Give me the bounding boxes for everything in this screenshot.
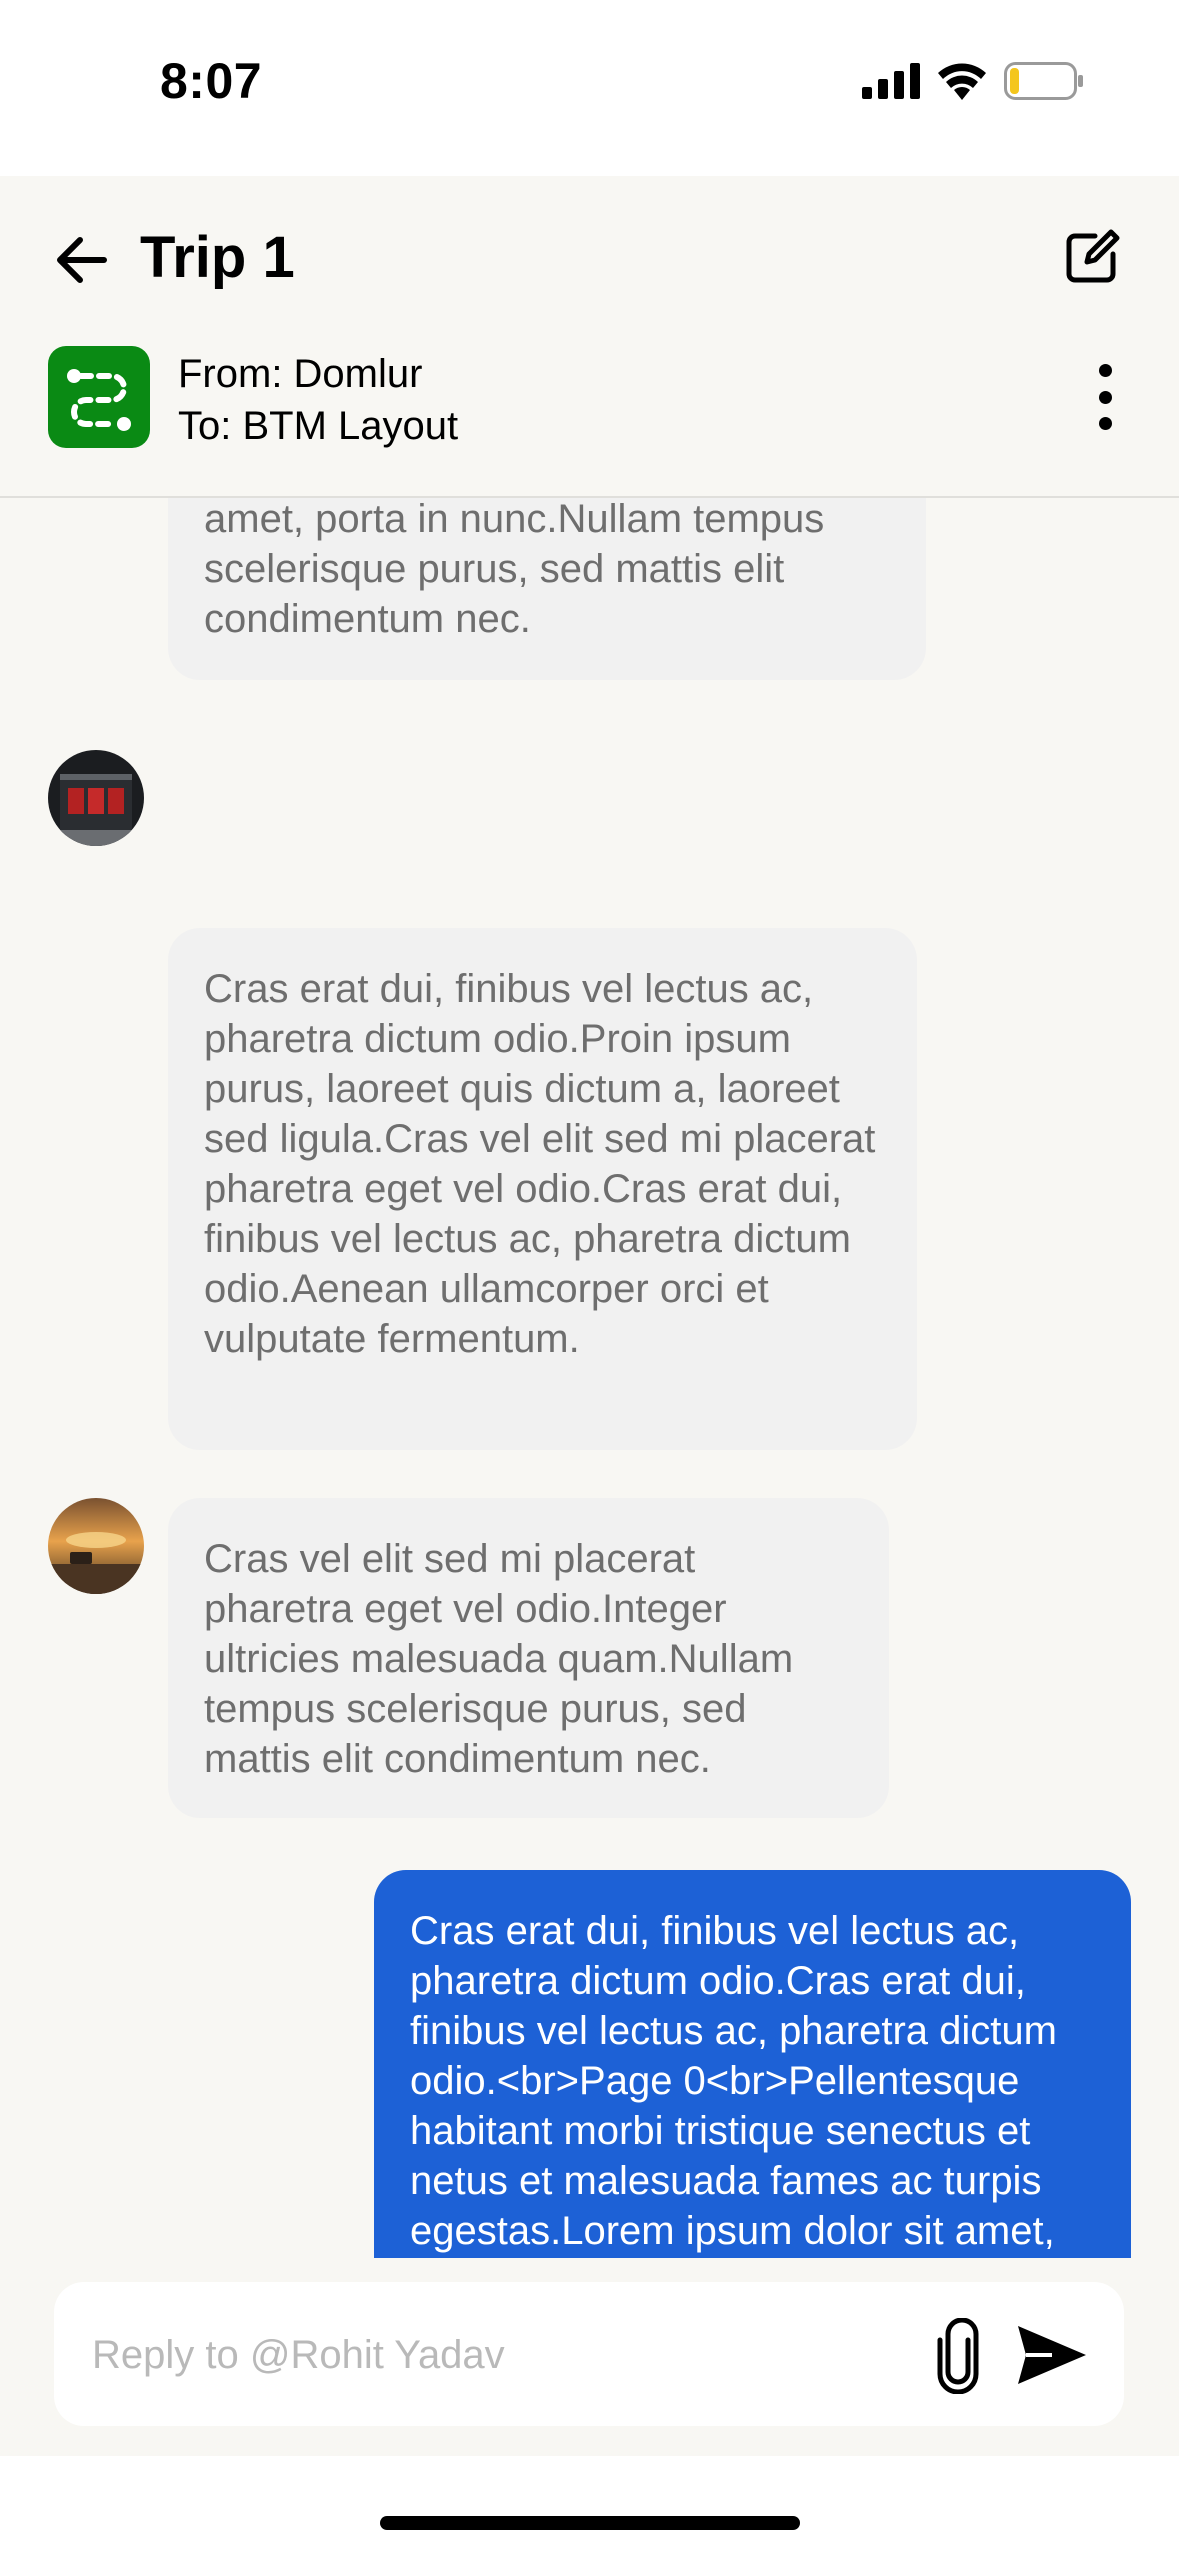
- attach-button[interactable]: [932, 2317, 984, 2395]
- message-bubble-outgoing: Cras erat dui, finibus vel lectus ac, ph…: [374, 1870, 1131, 2258]
- more-options-button[interactable]: [1091, 364, 1119, 430]
- route-info: From: Domlur To: BTM Layout: [178, 348, 458, 452]
- home-indicator[interactable]: [380, 2516, 800, 2530]
- message-bubble-incoming: risus sapien, auctor eu volutpat sit ame…: [168, 498, 926, 680]
- message-text: Cras vel elit sed mi placerat pharetra e…: [204, 1537, 794, 1781]
- wifi-icon: [938, 63, 986, 100]
- chat-header: Trip 1 From: Domlur To: BTM Layout: [0, 176, 1179, 498]
- send-icon: [1018, 2326, 1086, 2384]
- avatar[interactable]: [48, 1498, 144, 1594]
- message-bubble-incoming: Cras erat dui, finibus vel lectus ac, ph…: [168, 928, 917, 1450]
- app-screen: Trip 1 From: Domlur To: BTM Layout amet,…: [0, 176, 1179, 2456]
- home-area: [0, 2456, 1179, 2556]
- back-button[interactable]: [50, 228, 114, 292]
- message-text: Cras erat dui, finibus vel lectus ac, ph…: [204, 967, 876, 1361]
- edit-button[interactable]: [1059, 226, 1123, 290]
- send-button[interactable]: [1012, 2320, 1092, 2390]
- battery-icon: [1004, 62, 1083, 100]
- more-vertical-icon-dot: [1098, 390, 1112, 404]
- route-logo: [48, 346, 150, 448]
- message-composer: [54, 2282, 1124, 2426]
- more-vertical-icon-dot: [1098, 364, 1112, 377]
- avatar[interactable]: [48, 750, 144, 846]
- page-title: Trip 1: [140, 225, 295, 290]
- message-text: Cras erat dui, finibus vel lectus ac, ph…: [410, 1909, 1057, 2253]
- status-icons: [862, 62, 1084, 100]
- edit-icon: [1066, 229, 1120, 283]
- route-to: To: BTM Layout: [178, 404, 459, 448]
- route-icon: [67, 369, 131, 431]
- avatar-red-building-image: [48, 750, 144, 846]
- message-bubble-incoming: Cras vel elit sed mi placerat pharetra e…: [168, 1498, 889, 1818]
- status-time: 8:07: [160, 53, 263, 109]
- status-bar: 8:07: [0, 0, 1179, 176]
- reply-input[interactable]: [90, 2316, 914, 2394]
- paperclip-icon: [937, 2317, 979, 2395]
- message-list[interactable]: risus sapien, auctor eu volutpat sit ame…: [0, 498, 1179, 2258]
- arrow-left-icon: [57, 237, 107, 283]
- route-from: From: Domlur: [178, 352, 423, 396]
- cellular-signal-icon: [862, 63, 920, 99]
- avatar-sunset-road-image: [48, 1498, 144, 1594]
- more-vertical-icon-dot: [1098, 417, 1112, 430]
- message-text: risus sapien, auctor eu volutpat sit ame…: [204, 498, 825, 641]
